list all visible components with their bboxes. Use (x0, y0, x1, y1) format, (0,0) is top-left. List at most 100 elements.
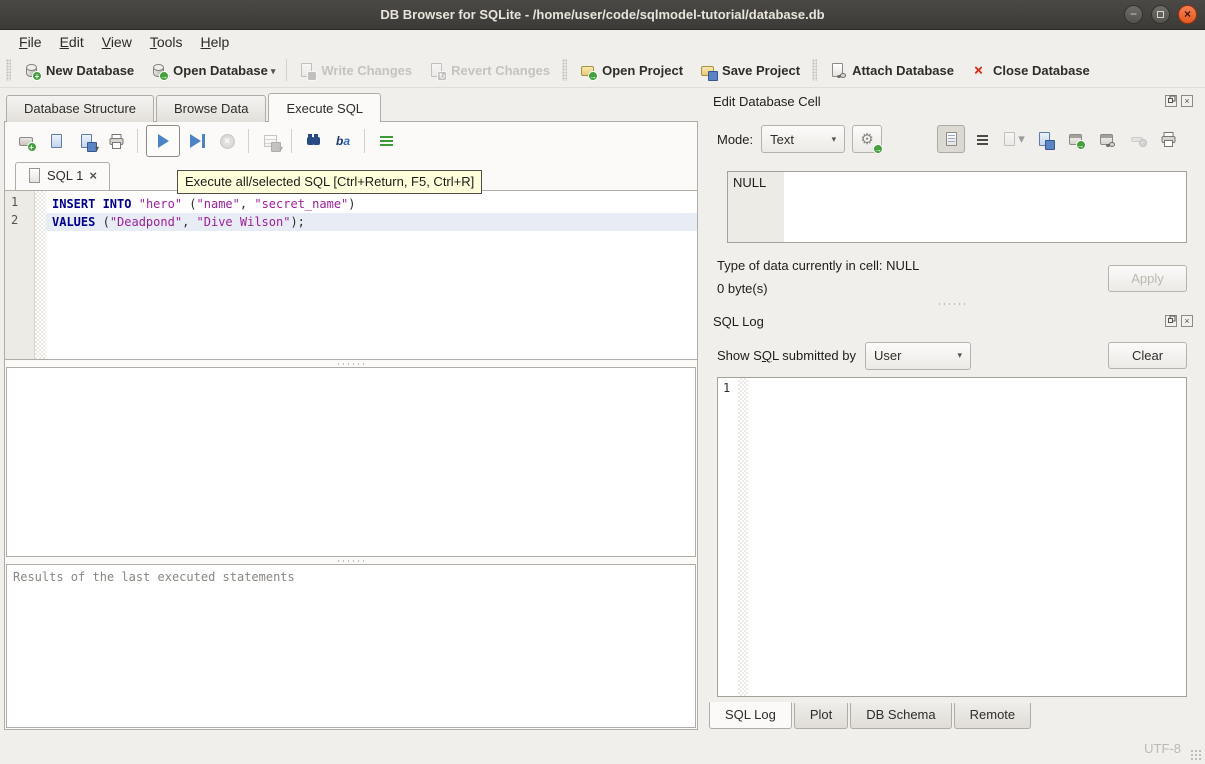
print-icon (1160, 131, 1177, 148)
toolbar-separator (286, 59, 287, 81)
import-icon (1036, 131, 1053, 148)
sql-document-icon (28, 168, 41, 183)
import-data-button[interactable] (1030, 125, 1058, 153)
execute-line-icon (190, 134, 201, 148)
text-document-icon (943, 131, 960, 148)
main-toolbar: + New Database → Open Database ▾ Write C… (0, 53, 1205, 88)
open-sql-file-button[interactable] (43, 127, 69, 155)
cell-type-info: Type of data currently in cell: NULL (717, 258, 919, 273)
float-icon (1168, 318, 1173, 323)
new-database-button[interactable]: + New Database (15, 58, 142, 83)
open-url-button[interactable] (1092, 125, 1120, 153)
tab-sql-log[interactable]: SQL Log (709, 702, 792, 729)
sql-log-filter-row: Show SQL submitted by User ▾ Clear (717, 340, 1187, 371)
dock-float-button[interactable] (1165, 95, 1177, 107)
menu-tools[interactable]: Tools (141, 33, 192, 51)
sql-document-tab[interactable]: SQL 1 × (15, 162, 110, 190)
new-sql-tab-button[interactable]: + (13, 127, 39, 155)
write-changes-button: Write Changes (290, 58, 420, 83)
open-database-dropdown-icon[interactable]: ▾ (271, 66, 276, 79)
workspace: Database Structure Browse Data Execute S… (0, 88, 1205, 733)
attach-database-button[interactable]: Attach Database (821, 58, 962, 83)
stop-icon: × (220, 134, 235, 149)
results-message-area[interactable]: Results of the last executed statements (6, 564, 696, 728)
tab-remote[interactable]: Remote (954, 703, 1032, 729)
tab-execute-sql[interactable]: Execute SQL (268, 93, 381, 122)
save-file-dropdown-icon[interactable]: ▾ (95, 144, 99, 153)
attach-database-icon (829, 62, 846, 79)
print-cell-button[interactable] (1154, 125, 1182, 153)
word-wrap-button[interactable] (968, 125, 996, 153)
revert-changes-icon: ↻ (428, 62, 445, 79)
clear-log-button[interactable]: Clear (1108, 342, 1187, 369)
write-changes-icon (298, 62, 315, 79)
cell-value-editor[interactable]: NULL (727, 171, 1187, 243)
cell-size-info: 0 byte(s) (717, 281, 768, 296)
mode-select[interactable]: Text ▾ (761, 125, 845, 153)
new-tab-icon: + (18, 133, 35, 150)
code-line[interactable]: INSERT INTO "hero" ("name", "secret_name… (46, 195, 697, 213)
toolbar-drag-handle[interactable] (562, 59, 567, 81)
tab-browse-data[interactable]: Browse Data (156, 95, 266, 122)
sql-log-dock-titlebar: SQL Log × (713, 312, 1193, 330)
dock-float-button[interactable] (1165, 315, 1177, 327)
open-in-editor-button: ▾ (999, 125, 1027, 153)
sql-code-area[interactable]: INSERT INTO "hero" ("name", "secret_name… (46, 191, 697, 359)
close-button[interactable]: × (1178, 5, 1197, 24)
maximize-icon (1157, 11, 1164, 18)
edit-cell-title: Edit Database Cell (713, 94, 821, 109)
open-project-icon: → (579, 62, 596, 79)
auto-switch-mode-button[interactable]: ⚙ → (852, 125, 882, 153)
tab-db-schema[interactable]: DB Schema (850, 703, 951, 729)
tab-database-structure[interactable]: Database Structure (6, 95, 154, 122)
format-sql-button[interactable]: ba (330, 127, 356, 155)
print-sql-button[interactable] (103, 127, 129, 155)
save-project-button[interactable]: Save Project (691, 58, 808, 83)
log-source-select[interactable]: User ▾ (865, 342, 971, 370)
indent-button[interactable] (373, 127, 399, 155)
stop-execution-button: × (214, 127, 240, 155)
menu-edit[interactable]: Edit (51, 33, 93, 51)
save-sql-file-button[interactable]: ▾ (73, 127, 99, 155)
save-results-button: ▾ (257, 127, 283, 155)
save-results-icon (262, 133, 279, 150)
editor-results-splitter[interactable] (5, 360, 697, 367)
window-controls: − × (1116, 5, 1197, 24)
code-line[interactable]: VALUES ("Deadpond", "Dive Wilson"); (46, 213, 697, 231)
menu-view[interactable]: View (93, 33, 141, 51)
minimize-button[interactable]: − (1124, 5, 1143, 24)
close-database-button[interactable]: × Close Database (962, 58, 1098, 83)
fold-margin (35, 191, 46, 359)
execute-line-button[interactable] (184, 127, 210, 155)
tab-plot[interactable]: Plot (794, 703, 848, 729)
dock-close-button[interactable]: × (1181, 95, 1193, 107)
open-project-button[interactable]: → Open Project (571, 58, 691, 83)
close-tab-icon[interactable]: × (89, 168, 97, 183)
menu-help[interactable]: Help (192, 33, 239, 51)
toolbar-drag-handle[interactable] (812, 59, 817, 81)
resize-grip[interactable] (1190, 749, 1202, 761)
bottom-tab-bar: SQL Log Plot DB Schema Remote (709, 703, 1033, 730)
statusbar: UTF-8 (0, 733, 1205, 764)
export-data-button[interactable]: → (1061, 125, 1089, 153)
maximize-button[interactable] (1151, 5, 1170, 24)
results-grid[interactable] (6, 367, 696, 557)
titlebar[interactable]: DB Browser for SQLite - /home/user/code/… (0, 0, 1205, 30)
menu-file[interactable]: File (10, 33, 51, 51)
dock-splitter[interactable] (707, 300, 1197, 308)
text-mode-button[interactable] (937, 125, 965, 153)
apply-button: Apply (1108, 265, 1187, 292)
sql-log-area[interactable]: 1 (717, 377, 1187, 697)
execute-all-button[interactable] (146, 125, 180, 157)
format-icon: ba (336, 133, 350, 150)
dock-close-button[interactable]: × (1181, 315, 1193, 327)
set-null-icon: − (1129, 131, 1146, 148)
cell-mode-row: Mode: Text ▾ ⚙ → (717, 124, 882, 154)
sql-editor[interactable]: 12 INSERT INTO "hero" ("name", "secret_n… (5, 190, 697, 360)
sql-line-gutter: 12 (5, 191, 35, 359)
open-gray-icon (1001, 131, 1018, 148)
toolbar-drag-handle[interactable] (6, 59, 11, 81)
grid-messages-splitter[interactable] (5, 557, 697, 564)
find-replace-button[interactable] (300, 127, 326, 155)
open-database-button[interactable]: → Open Database ▾ (142, 58, 283, 83)
